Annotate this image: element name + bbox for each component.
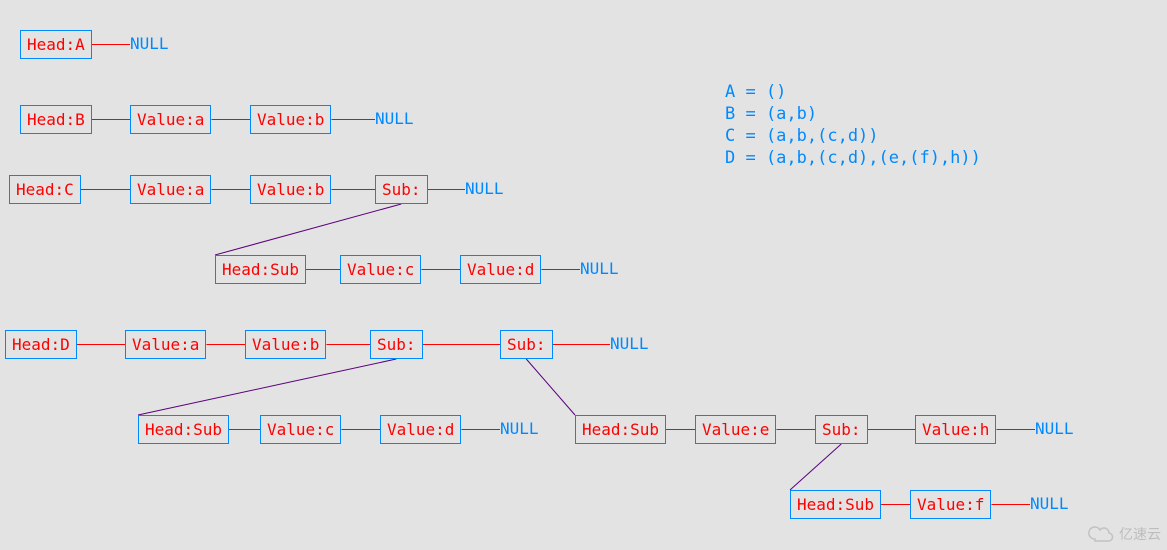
list-node: Value:e [695,415,776,444]
definition-a: A = () [725,82,786,102]
list-node: Value:a [130,105,211,134]
list-node: Head:A [20,30,92,59]
list-node: Head:Sub [215,255,306,284]
list-node: Sub: [500,330,553,359]
list-node: Value:c [340,255,421,284]
list-node: Head:D [5,330,77,359]
list-node: Value:f [910,490,991,519]
list-node: Sub: [370,330,423,359]
definition-b: B = (a,b) [725,104,817,124]
list-node: Head:C [9,175,81,204]
null-terminator: NULL [375,109,414,128]
null-terminator: NULL [465,179,504,198]
list-node: Sub: [815,415,868,444]
null-terminator: NULL [1035,419,1074,438]
null-terminator: NULL [500,419,539,438]
list-node: Head:Sub [138,415,229,444]
list-node: Head:Sub [575,415,666,444]
list-node: Sub: [375,175,428,204]
null-terminator: NULL [610,334,649,353]
list-node: Value:b [245,330,326,359]
list-node: Head:Sub [790,490,881,519]
list-node: Value:h [915,415,996,444]
null-terminator: NULL [1030,494,1069,513]
definition-c: C = (a,b,(c,d)) [725,126,879,146]
list-node: Value:d [460,255,541,284]
list-node: Value:b [250,175,331,204]
list-node: Value:c [260,415,341,444]
watermark-logo: 亿速云 [1087,524,1161,544]
list-node: Head:B [20,105,92,134]
null-terminator: NULL [130,34,169,53]
list-node: Value:a [125,330,206,359]
list-node: Value:b [250,105,331,134]
list-node: Value:d [380,415,461,444]
list-node: Value:a [130,175,211,204]
null-terminator: NULL [580,259,619,278]
definition-d: D = (a,b,(c,d),(e,(f),h)) [725,148,981,168]
